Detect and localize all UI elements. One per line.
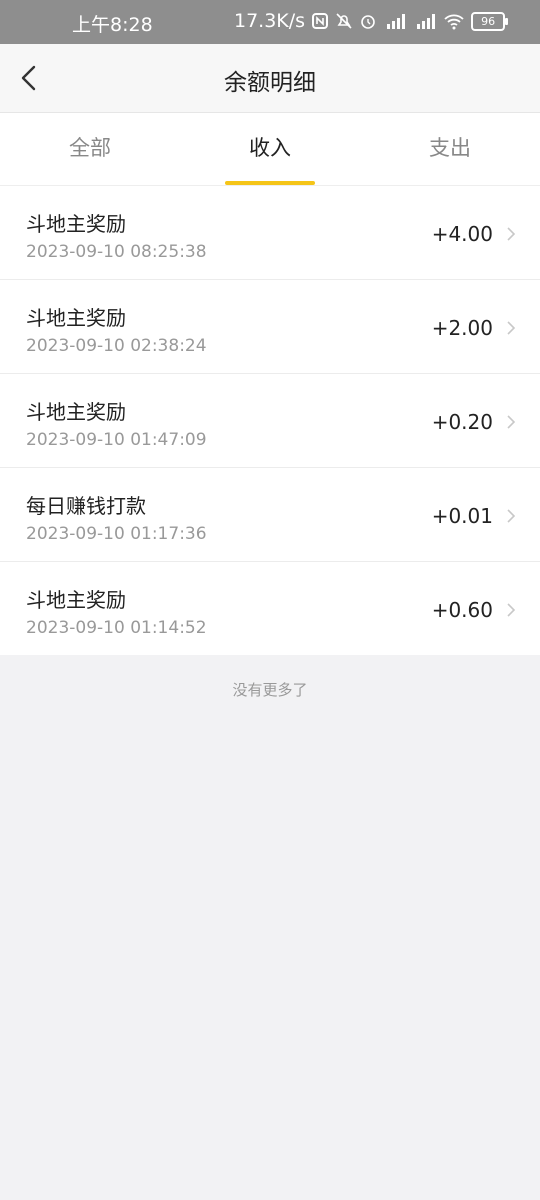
network-speed: 17.3K/s bbox=[234, 10, 306, 32]
chevron-right-icon bbox=[507, 321, 516, 335]
mute-bell-icon bbox=[336, 13, 352, 29]
tab-income-label: 收入 bbox=[249, 136, 291, 160]
chevron-right-icon bbox=[507, 415, 516, 429]
tab-bar: 全部 收入 支出 bbox=[0, 113, 540, 186]
record-list: 斗地主奖励 2023-09-10 08:25:38 +4.00 斗地主奖励 20… bbox=[0, 186, 540, 655]
chevron-right-icon bbox=[507, 227, 516, 241]
status-icons: 17.3K/s 96 bbox=[234, 10, 509, 32]
tab-all-label: 全部 bbox=[69, 136, 111, 160]
record-date: 2023-09-10 01:47:09 bbox=[26, 430, 207, 450]
tab-all[interactable]: 全部 bbox=[0, 113, 180, 185]
record-row[interactable]: 斗地主奖励 2023-09-10 02:38:24 +2.00 bbox=[0, 280, 540, 374]
record-title: 斗地主奖励 bbox=[26, 400, 126, 424]
record-amount: +0.60 bbox=[431, 598, 493, 622]
status-time: 上午8:28 bbox=[72, 14, 153, 36]
nfc-icon bbox=[312, 13, 329, 29]
record-title: 斗地主奖励 bbox=[26, 212, 126, 236]
record-amount: +0.01 bbox=[431, 504, 493, 528]
chevron-right-icon bbox=[507, 603, 516, 617]
active-tab-indicator bbox=[225, 181, 315, 185]
record-title: 斗地主奖励 bbox=[26, 306, 126, 330]
no-more-text: 没有更多了 bbox=[232, 681, 308, 699]
record-date: 2023-09-10 01:17:36 bbox=[26, 524, 207, 544]
record-date: 2023-09-10 01:14:52 bbox=[26, 618, 207, 638]
record-row[interactable]: 每日赚钱打款 2023-09-10 01:17:36 +0.01 bbox=[0, 468, 540, 562]
tab-income[interactable]: 收入 bbox=[180, 113, 360, 185]
tab-expense-label: 支出 bbox=[429, 136, 471, 160]
record-row[interactable]: 斗地主奖励 2023-09-10 08:25:38 +4.00 bbox=[0, 186, 540, 280]
record-title: 每日赚钱打款 bbox=[26, 494, 146, 518]
wifi-icon bbox=[444, 14, 464, 30]
record-date: 2023-09-10 08:25:38 bbox=[26, 242, 207, 262]
tab-expense[interactable]: 支出 bbox=[360, 113, 540, 185]
record-row[interactable]: 斗地主奖励 2023-09-10 01:14:52 +0.60 bbox=[0, 562, 540, 655]
record-amount: +4.00 bbox=[431, 222, 493, 246]
battery-icon: 96 bbox=[471, 11, 509, 31]
chevron-right-icon bbox=[507, 509, 516, 523]
alarm-icon bbox=[361, 15, 375, 29]
signal-hd-icon bbox=[387, 14, 406, 29]
record-amount: +2.00 bbox=[431, 316, 493, 340]
page-title: 余额明细 bbox=[224, 70, 316, 96]
record-row[interactable]: 斗地主奖励 2023-09-10 01:47:09 +0.20 bbox=[0, 374, 540, 468]
record-title: 斗地主奖励 bbox=[26, 588, 126, 612]
status-bar: 上午8:28 17.3K/s 96 bbox=[0, 0, 540, 44]
nav-bar: 余额明细 bbox=[0, 44, 540, 113]
record-amount: +0.20 bbox=[431, 410, 493, 434]
record-date: 2023-09-10 02:38:24 bbox=[26, 336, 207, 356]
signal-hd-icon-2 bbox=[417, 14, 436, 29]
